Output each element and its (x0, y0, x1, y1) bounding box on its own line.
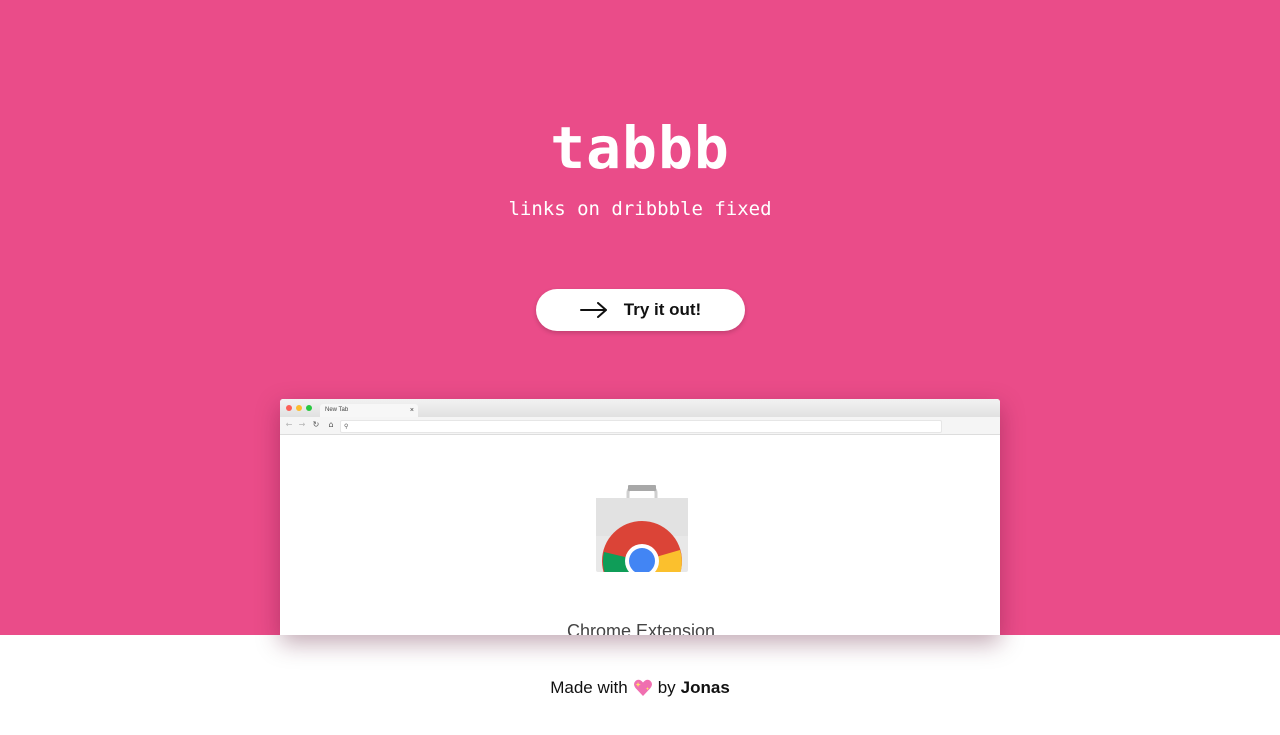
footer-made-with: Made with (550, 678, 628, 697)
search-icon: ⚲ (344, 423, 349, 430)
footer-author-link[interactable]: Jonas (681, 678, 730, 698)
address-bar: ⚲ (340, 420, 942, 433)
footer-by: by (657, 678, 676, 697)
reload-icon: ↻ (312, 420, 320, 429)
tab-close-icon: × (409, 407, 414, 414)
page-subtitle: links on dribbble fixed (508, 198, 772, 220)
forward-icon: → (298, 420, 306, 429)
home-icon: ⌂ (328, 420, 334, 429)
browser-content: Chrome Extension (280, 435, 1000, 635)
hero-section: tabbb links on dribbble fixed Try it out… (0, 0, 1280, 635)
browser-mockup: New Tab × ← → ↻ ⌂ ⚲ Chrome Extension (280, 399, 1000, 635)
arrow-right-icon (579, 302, 607, 318)
browser-tab-title: New Tab (325, 407, 349, 413)
window-close-dot (286, 405, 292, 411)
footer: Made with by Jonas (0, 678, 1280, 698)
chrome-extension-caption: Chrome Extension (566, 621, 716, 635)
window-minimize-dot (296, 405, 302, 411)
sparkling-heart-icon (633, 679, 652, 696)
page-title: tabbb (550, 114, 730, 182)
try-it-out-label: Try it out! (623, 300, 702, 319)
browser-tab-bar: New Tab × (280, 399, 1000, 417)
chrome-web-store-icon (596, 485, 688, 572)
browser-tab: New Tab × (320, 404, 418, 417)
window-maximize-dot (306, 405, 312, 411)
back-icon: ← (285, 420, 293, 429)
try-it-out-button[interactable]: Try it out! (536, 289, 745, 331)
browser-toolbar: ← → ↻ ⌂ ⚲ (280, 417, 1000, 435)
